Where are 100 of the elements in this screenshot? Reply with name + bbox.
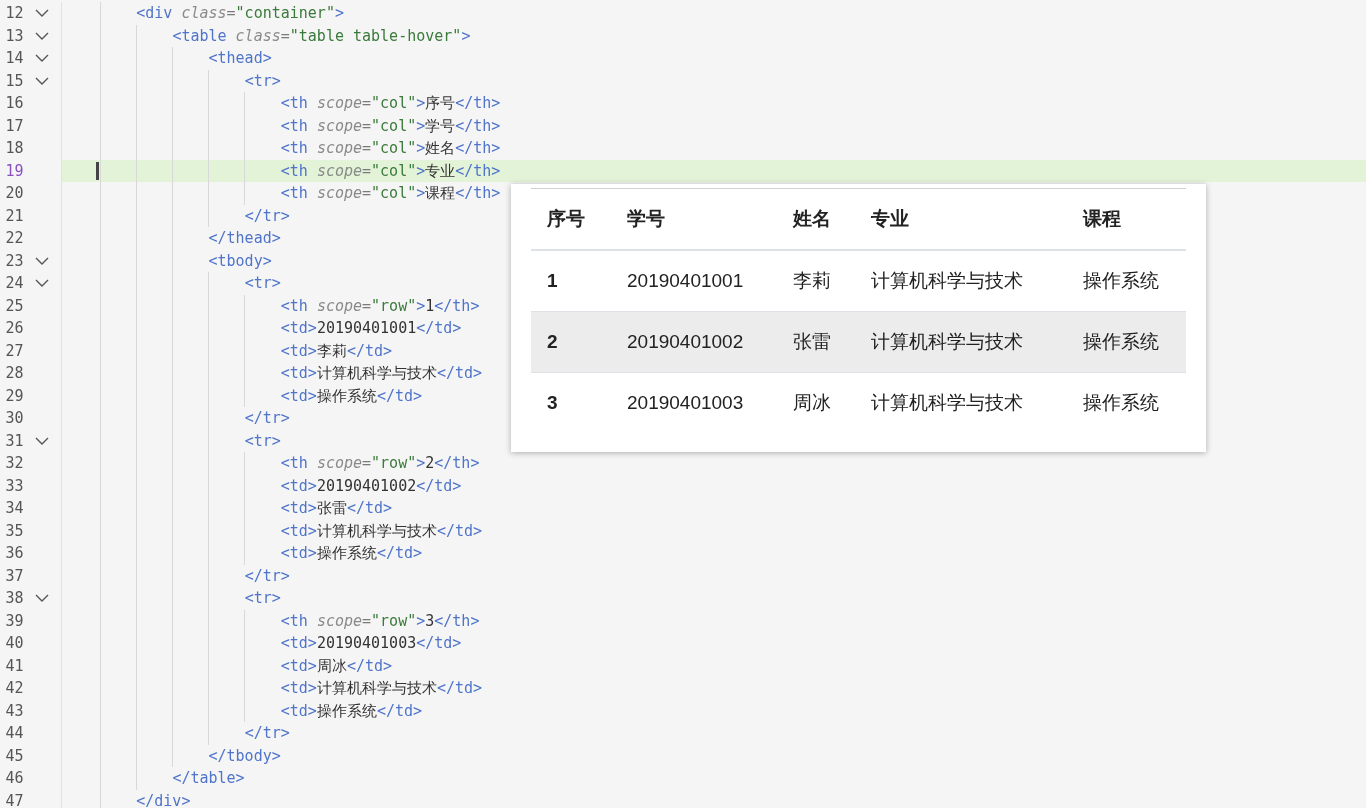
table-cell: 20190401002 [627, 330, 744, 352]
code-line: </tr> [244, 205, 290, 227]
chevron-down-icon[interactable] [35, 31, 50, 40]
code-line: <td>20190401002</td> [280, 475, 462, 497]
code-line: <thead> [208, 48, 272, 69]
table-cell: 计算机科学与技术 [871, 330, 1023, 352]
code-line: <tr> [244, 273, 281, 294]
text-cursor [96, 161, 99, 180]
line-number: 44 [4, 723, 24, 744]
code-line: <td>操作系统</td> [280, 700, 423, 722]
table-cell: 计算机科学与技术 [871, 392, 1023, 414]
line-number: 29 [4, 385, 24, 407]
code-line: </tbody> [208, 745, 281, 767]
code-line: <th scope="row">3</th> [280, 610, 480, 632]
code-line: <table class="table table-hover"> [172, 25, 471, 47]
chevron-down-icon[interactable] [35, 594, 50, 603]
code-line: <td>计算机科学与技术</td> [280, 363, 483, 384]
code-line: <td>操作系统</td> [280, 385, 423, 407]
column-header: 学号 [627, 207, 665, 229]
code-line: <tr> [244, 430, 281, 452]
code-line: <td>张雷</td> [280, 498, 393, 519]
chevron-down-icon[interactable] [35, 9, 50, 18]
code-line: <th scope="col">序号</th> [280, 93, 501, 114]
column-header: 姓名 [793, 207, 831, 229]
table-row[interactable]: 2 20190401002 张雷 计算机科学与技术 操作系统 [531, 312, 1186, 373]
line-number: 23 [4, 250, 24, 272]
table-cell: 操作系统 [1083, 330, 1159, 352]
code-line: </tr> [244, 723, 290, 744]
line-number: 40 [4, 633, 24, 654]
code-line: </tr> [244, 565, 290, 587]
code-line: <td>计算机科学与技术</td> [280, 520, 483, 542]
code-line: <th scope="col">课程</th> [280, 183, 501, 204]
chevron-down-icon[interactable] [35, 279, 50, 288]
line-number: 35 [4, 520, 24, 542]
table-cell: 操作系统 [1083, 392, 1159, 414]
column-header: 序号 [547, 207, 585, 229]
line-number: 21 [4, 205, 24, 227]
line-number: 26 [4, 318, 24, 339]
table-cell: 计算机科学与技术 [871, 269, 1023, 291]
table-cell: 3 [547, 392, 558, 414]
code-line: <td>计算机科学与技术</td> [280, 678, 483, 699]
line-number: 30 [4, 408, 24, 429]
table-cell: 李莉 [793, 269, 831, 291]
line-number: 41 [4, 655, 24, 677]
line-number: 28 [4, 363, 24, 384]
code-line: <th scope="row">1</th> [280, 295, 480, 317]
line-number: 38 [4, 588, 24, 609]
code-line: <th scope="row">2</th> [280, 453, 480, 474]
line-number: 15 [4, 70, 24, 92]
line-number: 22 [4, 228, 24, 249]
code-line: <td>李莉</td> [280, 340, 393, 362]
column-header: 专业 [871, 207, 909, 229]
line-number: 13 [4, 25, 24, 47]
line-number: 39 [4, 610, 24, 632]
line-number: 25 [4, 295, 24, 317]
line-number: 31 [4, 430, 24, 452]
code-line: <td>20190401001</td> [280, 318, 462, 339]
line-number: 24 [4, 273, 24, 294]
line-number: 42 [4, 678, 24, 699]
table-cell: 操作系统 [1083, 269, 1159, 291]
line-number: 43 [4, 700, 24, 722]
code-line: </table> [172, 768, 245, 789]
code-line: <div class="container"> [136, 3, 344, 24]
code-line: <tr> [244, 588, 281, 609]
code-line: </thead> [208, 228, 281, 249]
line-number: 19 [4, 160, 24, 182]
table-cell: 2 [547, 330, 558, 352]
table-cell: 20190401001 [627, 269, 744, 291]
line-number: 12 [4, 3, 24, 24]
code-line: <tbody> [208, 250, 272, 272]
table-cell: 1 [547, 269, 558, 291]
table-cell: 20190401003 [627, 392, 744, 414]
line-number: 18 [4, 138, 24, 159]
chevron-down-icon[interactable] [35, 436, 50, 445]
code-line: <th scope="col">专业</th> [280, 160, 501, 182]
code-line: <td>20190401003</td> [280, 633, 462, 654]
line-number: 37 [4, 565, 24, 587]
code-line: </div> [136, 790, 191, 808]
chevron-down-icon[interactable] [35, 256, 50, 265]
line-number: 33 [4, 475, 24, 497]
line-number: 32 [4, 453, 24, 474]
line-number: 17 [4, 115, 24, 137]
code-line: <th scope="col">姓名</th> [280, 138, 501, 159]
table-cell: 周冰 [793, 392, 831, 414]
line-number: 20 [4, 183, 24, 204]
chevron-down-icon[interactable] [35, 54, 50, 63]
column-header: 课程 [1083, 207, 1121, 229]
line-number: 45 [4, 745, 24, 767]
line-number: 47 [4, 790, 24, 808]
line-number: 16 [4, 93, 24, 114]
line-number: 46 [4, 768, 24, 789]
table-cell: 张雷 [793, 330, 831, 352]
code-line: <td>操作系统</td> [280, 543, 423, 564]
line-number: 27 [4, 340, 24, 362]
line-number: 14 [4, 48, 24, 69]
code-line: </tr> [244, 408, 290, 429]
code-line: <tr> [244, 70, 281, 92]
line-number: 34 [4, 498, 24, 519]
chevron-down-icon[interactable] [35, 76, 50, 85]
code-line: <th scope="col">学号</th> [280, 115, 501, 137]
